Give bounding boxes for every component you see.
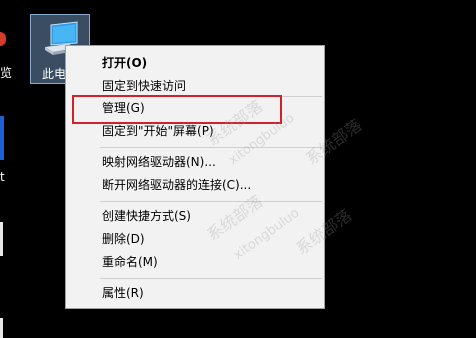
menu-item-properties[interactable]: 属性(R): [67, 282, 323, 304]
partial-icon-label: t: [0, 170, 5, 184]
context-menu: 打开(O) 固定到快速访问 管理(G) 固定到"开始"屏幕(P) 映射网络驱动器…: [65, 45, 325, 309]
menu-item-open[interactable]: 打开(O): [67, 52, 323, 74]
menu-item-pin-quick-access[interactable]: 固定到快速访问: [67, 75, 323, 97]
menu-item-create-shortcut[interactable]: 创建快捷方式(S): [67, 205, 323, 227]
partial-desktop-icon[interactable]: [0, 116, 4, 160]
menu-separator: [100, 147, 322, 148]
menu-separator: [100, 278, 322, 279]
menu-item-disconnect-network-drive[interactable]: 断开网络驱动器的连接(C)...: [67, 174, 323, 196]
desktop: 览 t 此电脑 打开(O) 固定到快速访问 管理(G) 固定到"开始"屏幕(P)…: [0, 0, 476, 338]
menu-item-rename[interactable]: 重命名(M): [67, 251, 323, 273]
partial-desktop-icon[interactable]: [0, 32, 6, 46]
partial-desktop-icon[interactable]: [0, 222, 3, 256]
menu-item-map-network-drive[interactable]: 映射网络驱动器(N)...: [67, 151, 323, 173]
partial-icon-label: 览: [0, 66, 13, 80]
menu-item-delete[interactable]: 删除(D): [67, 228, 323, 250]
manage-highlight-box: [72, 95, 282, 124]
partial-desktop-icon[interactable]: [0, 318, 3, 338]
menu-separator: [100, 201, 322, 202]
